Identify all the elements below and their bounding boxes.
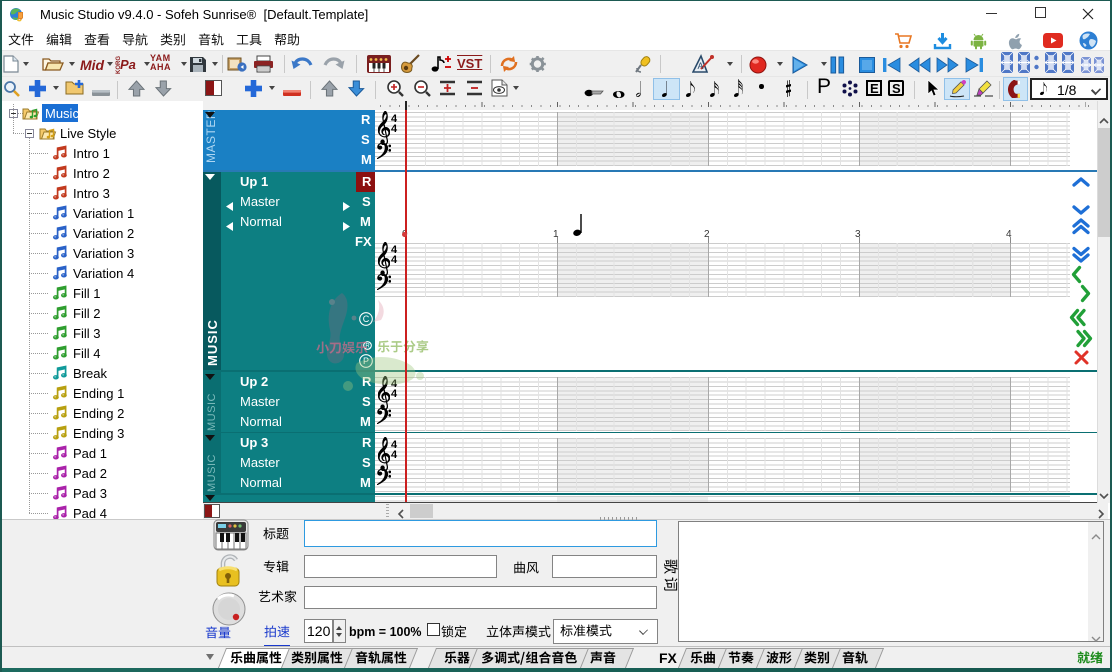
svg-text:A: A — [698, 61, 704, 71]
